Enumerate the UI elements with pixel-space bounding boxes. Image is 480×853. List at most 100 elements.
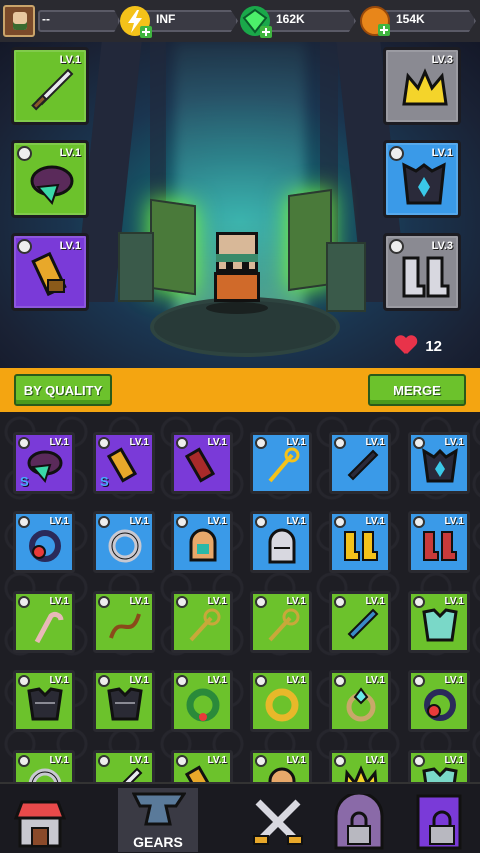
inventory-item[interactable]: LV.1 <box>408 670 470 732</box>
boots-red-icon <box>423 531 457 561</box>
inventory-item[interactable]: LV.1 <box>408 432 470 494</box>
cloak-icon <box>27 450 63 484</box>
rank-badge: S <box>20 474 29 489</box>
inventory-item[interactable]: LV.1 <box>171 591 233 653</box>
helmet-horned-icon <box>268 767 296 782</box>
equip-slot-boots[interactable]: LV.3 <box>383 233 461 311</box>
ring-gem-icon <box>346 687 376 722</box>
rank-badge: S <box>100 474 109 489</box>
inventory-item[interactable]: LV.1 <box>250 432 312 494</box>
nav-gears-label: GEARS <box>133 834 183 850</box>
boots-gold-icon <box>344 531 378 561</box>
merge-button[interactable]: MERGE <box>368 374 466 406</box>
stone-slab <box>326 242 366 312</box>
staff-icon <box>268 447 300 483</box>
inventory-item[interactable]: LV.1 <box>408 511 470 573</box>
add-energy-icon[interactable] <box>140 26 152 38</box>
locked-book-icon <box>416 794 462 850</box>
player-name: -- <box>42 12 50 26</box>
inventory-item[interactable]: LV.1 <box>171 511 233 573</box>
add-coins-icon[interactable] <box>378 24 390 36</box>
wand-icon <box>268 608 300 642</box>
inventory-item[interactable]: LV.1 <box>329 511 391 573</box>
inventory-item[interactable]: LV.1 <box>93 591 155 653</box>
gauntlet-red-icon <box>184 447 216 483</box>
sword-icon <box>31 68 74 111</box>
inventory-item[interactable]: LV.1 <box>329 670 391 732</box>
ring-red-icon <box>29 530 61 562</box>
gauntlet-icon <box>106 447 138 483</box>
gems-value: 162K <box>276 12 305 26</box>
slot-level: LV.3 <box>431 240 453 252</box>
nav-gears[interactable]: GEARS <box>118 788 198 852</box>
nav-locked-book[interactable] <box>400 788 480 852</box>
equip-slot-armor[interactable]: LV.1 <box>383 140 461 218</box>
sort-by-quality-button[interactable]: BY QUALITY <box>14 374 112 406</box>
add-gems-icon[interactable] <box>260 26 272 38</box>
chest-dark-icon <box>27 687 63 721</box>
inventory-item[interactable]: LV.1 <box>13 591 75 653</box>
inventory-item[interactable]: LV.1 <box>329 750 391 782</box>
armor-icon <box>422 448 458 483</box>
ring-silver-icon <box>28 768 62 782</box>
inventory-item[interactable]: LV.1 <box>250 591 312 653</box>
anvil-icon <box>132 792 186 826</box>
nav-battle[interactable] <box>238 788 318 852</box>
crown-icon <box>402 68 448 106</box>
inventory-item[interactable]: LV.1 <box>93 750 155 782</box>
inventory-item[interactable]: LV.1 <box>250 750 312 782</box>
inventory-item[interactable]: LV.1 S <box>93 432 155 494</box>
equip-slot-cloak[interactable]: LV.1 <box>11 140 89 218</box>
inventory-item[interactable]: LV.1 <box>171 670 233 732</box>
player-avatar[interactable] <box>3 5 35 37</box>
coin-icon[interactable] <box>360 6 390 36</box>
hero-character[interactable] <box>206 232 268 314</box>
inventory-item[interactable]: LV.1 <box>13 750 75 782</box>
nav-locked-castle[interactable] <box>320 788 400 852</box>
wand-icon <box>189 608 221 642</box>
inventory-item[interactable]: LV.1 <box>329 432 391 494</box>
bottom-nav: GEARS <box>0 782 480 853</box>
shop-icon <box>14 800 66 848</box>
inventory-toolbar: BY QUALITY MERGE <box>0 368 480 412</box>
armor-icon <box>402 162 446 205</box>
top-status-bar: -- INF 162K 154K <box>0 0 480 42</box>
sword-dark-icon <box>347 449 379 481</box>
helmet-horned-icon <box>189 528 217 562</box>
health-value: 12 <box>425 337 442 355</box>
inventory-item[interactable]: LV.1 <box>13 670 75 732</box>
helmet-knight-icon <box>268 528 296 564</box>
health-stat: 12 <box>395 336 442 356</box>
stone-slab <box>150 198 196 296</box>
boots-icon <box>402 256 450 298</box>
inventory-item[interactable]: LV.1 <box>171 750 233 782</box>
whip-icon <box>109 613 141 639</box>
inventory-item[interactable]: LV.1 <box>250 670 312 732</box>
crown-icon <box>344 765 378 782</box>
chest-dark-icon <box>107 687 143 721</box>
inventory-item[interactable]: LV.1 <box>93 670 155 732</box>
sword-icon <box>122 767 143 782</box>
inventory-item[interactable]: LV.1 S <box>13 432 75 494</box>
slot-type-icon <box>389 239 404 254</box>
nav-shop[interactable] <box>0 788 80 852</box>
equip-slot-gloves[interactable]: LV.1 <box>11 233 89 311</box>
equip-slot-weapon[interactable]: LV.1 <box>11 47 89 125</box>
inventory-item[interactable]: LV.1 <box>250 511 312 573</box>
stone-slab <box>118 232 154 302</box>
lightning-icon[interactable] <box>120 6 152 38</box>
slot-level: LV.3 <box>431 54 453 66</box>
gem-icon[interactable] <box>240 6 272 38</box>
inventory-item[interactable]: LV.1 <box>408 750 470 782</box>
inventory-item[interactable]: LV.1 <box>329 591 391 653</box>
coins-value: 154K <box>396 12 425 26</box>
wreath-icon <box>186 688 220 722</box>
inventory-item[interactable]: LV.1 <box>171 432 233 494</box>
slot-type-icon <box>17 146 32 161</box>
slot-level: LV.1 <box>59 54 81 66</box>
locked-gate-icon <box>334 794 384 850</box>
inventory-item[interactable]: LV.1 <box>408 591 470 653</box>
inventory-item[interactable]: LV.1 <box>13 511 75 573</box>
inventory-item[interactable]: LV.1 <box>93 511 155 573</box>
equip-slot-helmet[interactable]: LV.3 <box>383 47 461 125</box>
